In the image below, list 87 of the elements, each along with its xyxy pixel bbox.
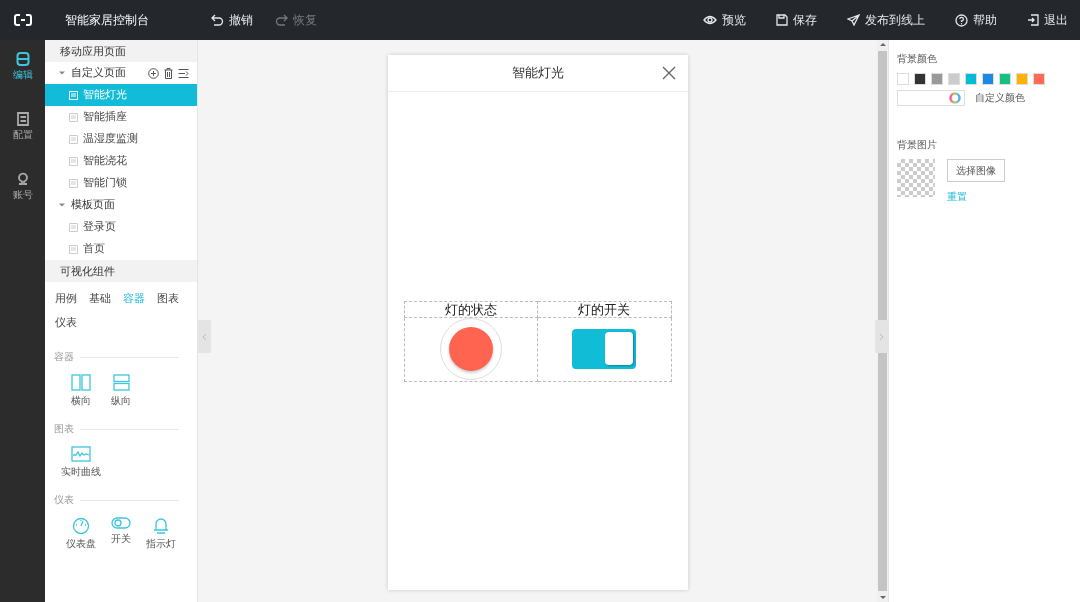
page-item[interactable]: 温湿度监测 <box>45 128 197 150</box>
color-swatch[interactable] <box>914 73 926 85</box>
gauge-icon <box>72 517 90 534</box>
section-title: 仪表 <box>54 493 74 507</box>
collapse-handle[interactable] <box>198 320 211 353</box>
page-item[interactable]: 智能浇花 <box>45 150 197 172</box>
component-item[interactable]: 仪表盘 <box>64 517 98 551</box>
component-tab[interactable]: 图表 <box>157 290 179 308</box>
column-header: 灯的开关 <box>537 301 671 317</box>
section-title: 容器 <box>54 350 74 364</box>
color-wheel-icon <box>949 92 961 104</box>
component-item[interactable]: 指示灯 <box>144 517 178 551</box>
undo-icon <box>211 14 224 26</box>
database-icon <box>15 52 30 66</box>
toggle-switch[interactable] <box>572 329 637 369</box>
tree-group[interactable]: 模板页面 <box>45 194 197 216</box>
section-title: 图表 <box>54 422 74 436</box>
toolbar-button[interactable]: 退出 <box>1027 12 1068 28</box>
color-swatch[interactable] <box>897 73 909 85</box>
component-item[interactable]: 横向 <box>64 374 98 408</box>
color-swatch[interactable] <box>948 73 960 85</box>
paper-plane-icon <box>847 14 860 26</box>
toolbar-button[interactable]: 保存 <box>776 12 817 28</box>
help-icon <box>955 13 968 27</box>
color-swatch[interactable] <box>931 73 943 85</box>
scroll-down-icon[interactable] <box>879 596 886 599</box>
section-label: 背景颜色 <box>897 52 938 66</box>
choose-image-button[interactable]: 选择图像 <box>947 159 1005 182</box>
document-icon <box>15 112 30 126</box>
color-swatch[interactable] <box>982 73 994 85</box>
redo-icon <box>275 14 288 26</box>
rows-icon <box>112 374 130 391</box>
caret-icon <box>59 70 65 76</box>
page-icon <box>69 222 78 232</box>
page-icon <box>69 134 78 144</box>
columns-icon <box>71 374 91 391</box>
scrollbar[interactable] <box>877 40 888 602</box>
save-icon <box>776 14 788 26</box>
rail-tab[interactable]: 编辑 <box>12 52 33 82</box>
panel-header: 可视化组件 <box>45 260 197 282</box>
color-swatch[interactable] <box>999 73 1011 85</box>
page-icon <box>69 178 78 188</box>
eye-icon <box>703 15 717 25</box>
rail-tab[interactable]: 账号 <box>12 172 33 202</box>
page-icon <box>69 156 78 166</box>
line-chart-icon <box>71 446 91 462</box>
custom-color-label: 自定义颜色 <box>975 91 1025 105</box>
page-item[interactable]: 首页 <box>45 238 197 260</box>
lamp-icon <box>152 517 170 534</box>
list-icon[interactable] <box>178 67 189 79</box>
page-item[interactable]: 智能门锁 <box>45 172 197 194</box>
component-item[interactable]: 纵向 <box>104 374 138 408</box>
caret-icon <box>59 202 65 208</box>
page-icon <box>69 112 78 122</box>
column-header: 灯的状态 <box>404 301 538 317</box>
page-item[interactable]: 登录页 <box>45 216 197 238</box>
color-input[interactable] <box>897 90 965 106</box>
component-tab[interactable]: 用例 <box>55 290 77 308</box>
component-item[interactable]: 开关 <box>104 517 138 551</box>
logo-icon <box>13 14 32 26</box>
toolbar-button[interactable]: 帮助 <box>955 12 997 28</box>
undo-button[interactable]: 撤销 <box>211 12 253 28</box>
trash-icon[interactable] <box>164 67 173 79</box>
user-icon <box>15 172 30 186</box>
toolbar-button[interactable]: 发布到线上 <box>847 12 925 28</box>
component-tab[interactable]: 基础 <box>89 290 111 308</box>
component-tab[interactable]: 仪表 <box>55 314 77 332</box>
add-icon[interactable] <box>148 67 159 79</box>
section-label: 背景图片 <box>897 138 938 152</box>
page-icon <box>69 90 78 100</box>
group-label: 自定义页面 <box>71 66 126 80</box>
page-icon <box>69 244 78 254</box>
page-title: 智能灯光 <box>511 64 564 82</box>
exit-icon <box>1027 14 1039 26</box>
app-title: 智能家居控制台 <box>65 11 149 29</box>
toolbar-button[interactable]: 预览 <box>703 12 746 28</box>
rail-tab[interactable]: 配置 <box>12 112 33 142</box>
color-swatch[interactable] <box>1016 73 1028 85</box>
scroll-up-icon[interactable] <box>879 43 886 46</box>
toggle-icon <box>111 517 131 529</box>
color-swatch[interactable] <box>965 73 977 85</box>
collapse-handle[interactable] <box>875 320 888 353</box>
color-swatch[interactable] <box>1033 73 1045 85</box>
panel-header: 移动应用页面 <box>45 40 197 62</box>
group-label: 模板页面 <box>71 198 115 212</box>
tree-group[interactable]: 自定义页面 <box>45 62 197 84</box>
page-item[interactable]: 智能插座 <box>45 106 197 128</box>
